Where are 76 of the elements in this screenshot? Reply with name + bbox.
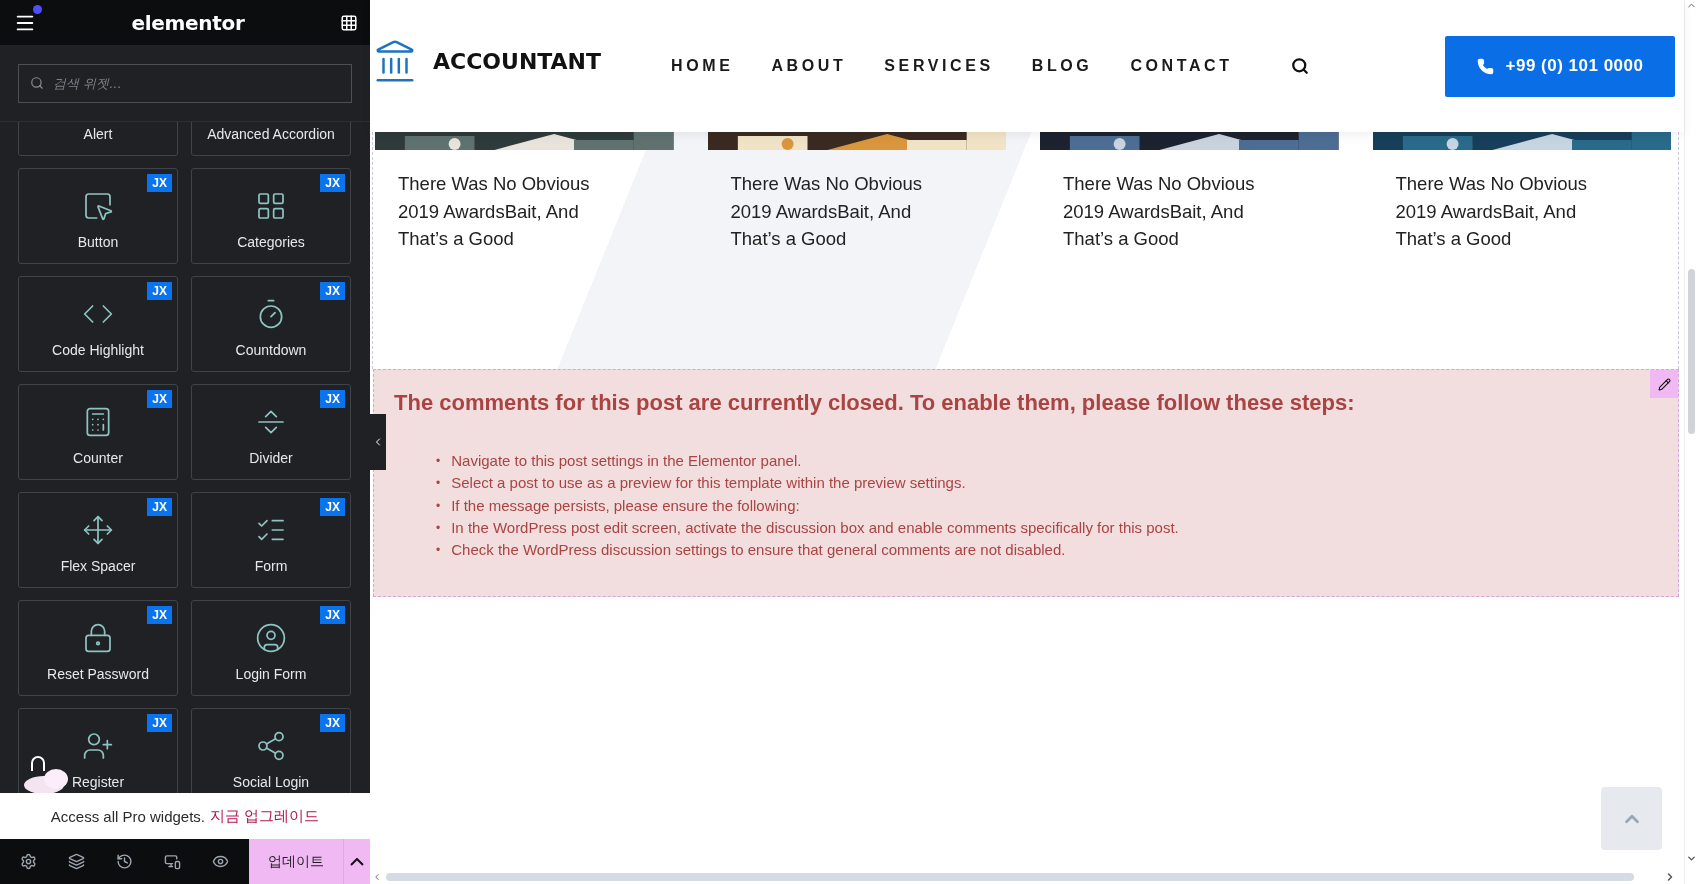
post-title[interactable]: There Was No Obvious 2019 AwardsBait, And That’s a Good [1395, 170, 1631, 253]
widget-card[interactable]: Alert [18, 122, 178, 156]
widget-badge: JX [320, 174, 345, 192]
pencil-icon [1657, 377, 1671, 391]
vertical-scrollbar[interactable] [1688, 269, 1695, 434]
notice-step: Navigate to this post settings in the Elementor panel. [451, 450, 802, 473]
apps-grid-icon[interactable] [340, 13, 358, 32]
bullet: • [436, 519, 441, 537]
widget-card[interactable]: JX Reset Password [18, 600, 178, 696]
widget-card[interactable]: JX Divider [191, 384, 351, 480]
notice-step: Select a post to use as a preview for this template within the preview settings. [451, 472, 966, 495]
notification-dot [33, 4, 42, 14]
widget-badge: JX [320, 282, 345, 300]
horizontal-scrollbar[interactable] [386, 873, 1634, 881]
widget-badge: JX [147, 606, 172, 624]
cursor-box-icon [82, 190, 114, 222]
notice-step: If the message persists, please ensure the following: [451, 494, 800, 517]
history-icon [115, 853, 133, 870]
widget-badge: JX [147, 390, 172, 408]
scroll-down-icon[interactable] [1686, 853, 1697, 864]
widget-card[interactable]: JX Counter [18, 384, 178, 480]
promo-text: Access all Pro widgets. [50, 807, 206, 825]
notice-title: The comments for this post are currently closed. To enable them, please follow these steps: [394, 390, 1356, 416]
layers-icon [67, 853, 85, 870]
options-button[interactable] [343, 839, 370, 884]
search-icon [1290, 57, 1309, 75]
settings-icon [19, 853, 37, 870]
nav-link[interactable]: BLOG [1031, 57, 1093, 75]
post-title[interactable]: There Was No Obvious 2019 AwardsBait, And That’s a Good [398, 170, 633, 253]
share-icon [255, 730, 287, 762]
widget-badge: JX [147, 174, 172, 192]
widget-badge: JX [147, 282, 172, 300]
phone-button[interactable]: +99 (0) 101 0000 [1445, 35, 1675, 97]
user-plus-icon [82, 730, 114, 762]
widget-card[interactable]: Advanced Accordion [191, 122, 351, 156]
scroll-left-icon[interactable] [372, 872, 382, 882]
bullet: • [436, 497, 441, 515]
widget-badge: JX [320, 498, 345, 516]
widget-card[interactable]: JX Login Form [191, 600, 351, 696]
widget-card[interactable]: JX Categories [191, 168, 351, 264]
widget-badge: JX [320, 390, 345, 408]
nav-link[interactable]: CONTACT [1130, 57, 1233, 75]
notice-step: In the WordPress post edit screen, activate the discussion box and enable comments specifically for this post. [451, 516, 1179, 540]
nav-link[interactable]: ABOUT [771, 57, 847, 75]
app-logo: elementor [131, 10, 245, 35]
post-title[interactable]: There Was No Obvious 2019 AwardsBait, And That’s a Good [730, 170, 966, 253]
widget-card[interactable]: JX Button [18, 168, 178, 264]
update-button[interactable]: 업데이트 [248, 839, 343, 884]
site-logo[interactable]: ACCOUNTANT [372, 38, 602, 84]
arrows-icon [82, 514, 114, 546]
edit-button[interactable] [1650, 370, 1678, 398]
phone-icon [1476, 57, 1494, 75]
caret-icon [350, 857, 364, 866]
eye-icon [211, 853, 229, 870]
nav-link[interactable]: SERVICES [884, 57, 994, 75]
devices-icon [163, 853, 181, 870]
search-field[interactable]: 검색 위젯... [18, 64, 352, 103]
notice-step: Check the WordPress discussion settings to ensure that general comments are not disabled. [451, 539, 1066, 562]
search-icon [30, 76, 44, 90]
widget-card[interactable]: JX Form [191, 492, 351, 588]
user-icon [255, 622, 287, 654]
upgrade-link[interactable]: 지금 업그레이드 [210, 806, 320, 826]
bullet: • [436, 453, 441, 470]
post-title[interactable]: There Was No Obvious 2019 AwardsBait, And That’s a Good [1063, 170, 1298, 253]
nav-link[interactable]: HOME [671, 57, 734, 75]
grid-icon [255, 190, 287, 222]
widget-badge: JX [320, 714, 345, 732]
bullet: • [436, 475, 441, 493]
widget-badge: JX [147, 498, 172, 516]
widget-card[interactable]: JX Flex Spacer [18, 492, 178, 588]
widget-card[interactable]: JX Countdown [191, 276, 351, 372]
widget-card[interactable]: JX Code Highlight [18, 276, 178, 372]
bullet: • [436, 542, 441, 560]
widget-badge: JX [147, 714, 172, 732]
widget-badge: JX [320, 606, 345, 624]
lock-icon [82, 622, 114, 654]
